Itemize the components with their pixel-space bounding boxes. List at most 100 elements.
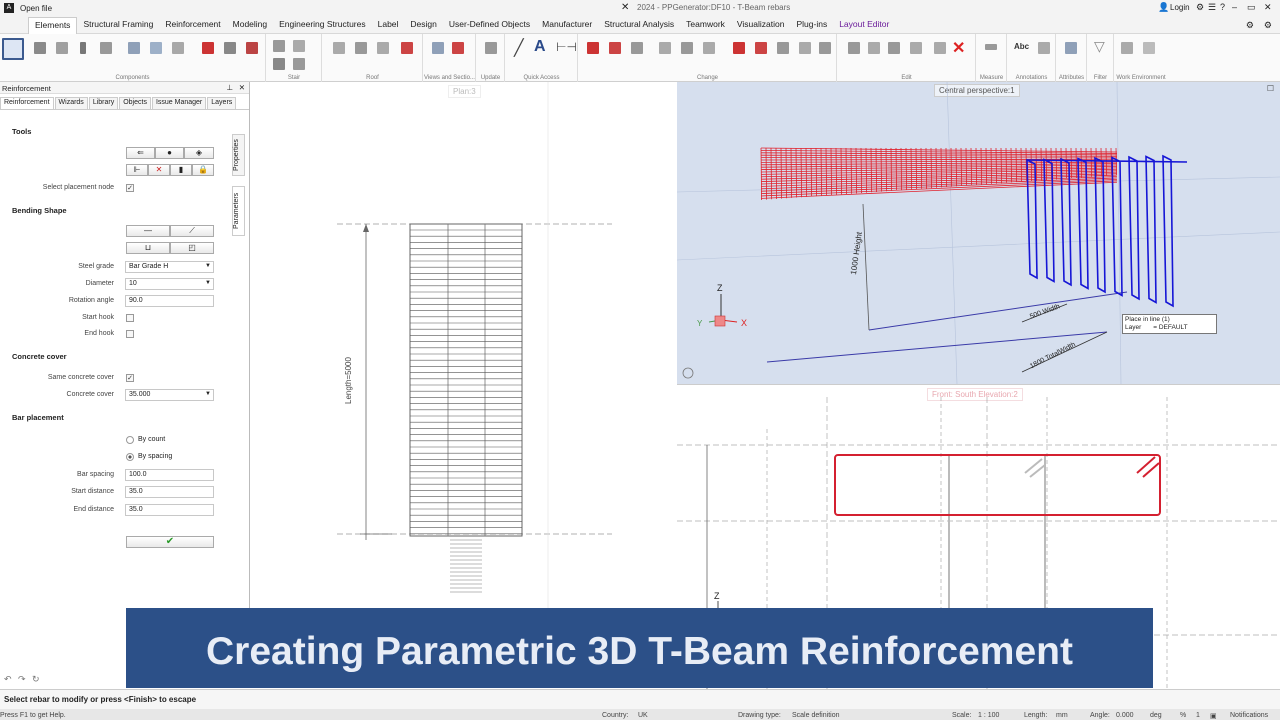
scale-value[interactable]: 1 : 100 (978, 712, 999, 719)
layout-icon[interactable] (1143, 42, 1155, 54)
tab-user-defined-objects[interactable]: User-Defined Objects (443, 17, 536, 34)
diameter-select[interactable]: 10 ▼ (125, 278, 214, 290)
end-distance-input[interactable]: 35.0 (125, 504, 214, 516)
length-unit[interactable]: mm (1056, 712, 1068, 719)
roof-icon[interactable] (333, 42, 345, 54)
open-file-tab[interactable]: Open file (20, 4, 52, 13)
offset-icon[interactable] (868, 42, 880, 54)
mirror-icon[interactable] (888, 42, 900, 54)
by-spacing-radio[interactable] (126, 453, 134, 461)
shape-u-icon[interactable]: ⊔ (126, 242, 170, 254)
shape-straight-icon[interactable]: — (126, 225, 170, 237)
line-icon[interactable]: ╱ (514, 38, 524, 58)
update-icon[interactable] (485, 42, 497, 54)
array-icon[interactable] (631, 42, 643, 54)
steel-grade-select[interactable]: Bar Grade H ▼ (125, 261, 214, 273)
by-count-radio[interactable] (126, 436, 134, 444)
plan-view[interactable]: Plan:3 Y Length=5000 (252, 82, 676, 688)
footing-icon[interactable] (100, 42, 112, 54)
refresh-icon[interactable]: ↻ (32, 674, 40, 685)
tab-visualization[interactable]: Visualization (731, 17, 791, 34)
erase-icon[interactable] (733, 42, 745, 54)
start-hook-checkbox[interactable] (126, 314, 134, 322)
work-env-icon[interactable] (1121, 42, 1133, 54)
tab-design[interactable]: Design (404, 17, 442, 34)
shape-stirrup-icon[interactable]: ◰ (170, 242, 214, 254)
window-close-icon[interactable]: ✕ (1264, 2, 1272, 13)
country-value[interactable]: UK (638, 712, 648, 719)
annotation-text-icon[interactable]: Abc (1014, 42, 1029, 51)
slot-icon[interactable] (246, 42, 258, 54)
vtab-properties[interactable]: Properties (232, 134, 245, 176)
tab-reinforcement[interactable]: Reinforcement (159, 17, 226, 34)
window-icon[interactable] (172, 42, 184, 54)
stair-2-icon[interactable] (293, 40, 305, 52)
user-icon[interactable]: 👤 (1158, 2, 1169, 13)
same-cover-checkbox[interactable]: ✓ (126, 374, 134, 382)
finish-button[interactable]: ✔ (126, 536, 214, 548)
tool-lock-icon[interactable]: 🔒 (192, 164, 214, 176)
dormer-icon[interactable] (377, 42, 389, 54)
drawing-type-value[interactable]: Scale definition (792, 712, 839, 719)
minimize-icon[interactable]: – (1232, 2, 1237, 12)
tool-delete-icon[interactable]: ✕ (148, 164, 170, 176)
roof-plane-icon[interactable] (355, 42, 367, 54)
panel-tab-library[interactable]: Library (88, 97, 119, 109)
slab-icon[interactable] (34, 42, 46, 54)
percent-value[interactable]: 1 (1196, 712, 1200, 719)
panel-tab-objects[interactable]: Objects (119, 97, 151, 109)
opening-icon[interactable] (128, 42, 140, 54)
panel-tab-issue-manager[interactable]: Issue Manager (151, 97, 207, 109)
rotation-input[interactable]: 90.0 (125, 295, 214, 307)
restore-icon[interactable]: ▭ (1247, 2, 1256, 13)
angle-value[interactable]: 0.000 (1116, 712, 1134, 719)
bar-spacing-input[interactable]: 100.0 (125, 469, 214, 481)
niche-icon[interactable] (224, 42, 236, 54)
tab-teamwork[interactable]: Teamwork (680, 17, 731, 34)
tools-icon[interactable]: ⚙ (1196, 2, 1204, 13)
tool-eye-icon[interactable]: ● (155, 147, 184, 159)
login-link[interactable]: Login (1170, 3, 1190, 12)
beam-icon[interactable] (56, 42, 68, 54)
vtab-parameters[interactable]: Parameters (232, 186, 245, 236)
panel-tab-layers[interactable]: Layers (207, 97, 237, 109)
door-icon[interactable] (150, 42, 162, 54)
settings-icon[interactable]: ⚙ (1246, 20, 1254, 31)
text-icon[interactable]: A (534, 38, 546, 56)
tab-elements[interactable]: Elements (28, 17, 78, 34)
view-icon[interactable] (432, 42, 444, 54)
panel-close-icon[interactable]: ✕ (239, 83, 245, 92)
rotate-icon[interactable] (910, 42, 922, 54)
notifications-link[interactable]: Notifications (1230, 712, 1268, 719)
align-icon[interactable] (848, 42, 860, 54)
panel-tab-wizards[interactable]: Wizards (54, 97, 88, 109)
cover-select[interactable]: 35.000 ▼ (125, 389, 214, 401)
wall-tool-icon[interactable] (2, 38, 24, 60)
copy-icon[interactable] (609, 42, 621, 54)
menu-icon[interactable]: ☰ (1208, 2, 1216, 13)
replace-icon[interactable] (681, 42, 693, 54)
delete-icon[interactable]: ✕ (952, 38, 965, 58)
tab-structural-analysis[interactable]: Structural Analysis (598, 17, 680, 34)
stair-icon[interactable] (273, 40, 285, 52)
tab-layout-editor[interactable]: Layout Editor (833, 17, 895, 34)
select-node-checkbox[interactable]: ✓ (126, 184, 134, 192)
stair-3-icon[interactable] (273, 58, 285, 70)
help-icon[interactable]: ? (1220, 2, 1225, 12)
tool-view-icon[interactable]: ◈ (184, 147, 214, 159)
properties-text-icon[interactable] (659, 42, 671, 54)
split-icon[interactable] (934, 42, 946, 54)
pin-icon[interactable]: ⊥ (226, 83, 233, 92)
scale-icon[interactable] (777, 42, 789, 54)
trim-icon[interactable] (799, 42, 811, 54)
recess-icon[interactable] (202, 42, 214, 54)
start-distance-input[interactable]: 35.0 (125, 486, 214, 498)
label-icon[interactable] (1038, 42, 1050, 54)
tab-structural-framing[interactable]: Structural Framing (77, 17, 159, 34)
stretch-icon[interactable] (755, 42, 767, 54)
tab-label[interactable]: Label (372, 17, 405, 34)
tab-engineering-structures[interactable]: Engineering Structures (273, 17, 371, 34)
move-icon[interactable] (587, 42, 599, 54)
notifications-icon[interactable]: ▣ (1210, 712, 1217, 720)
section-icon[interactable] (452, 42, 464, 54)
